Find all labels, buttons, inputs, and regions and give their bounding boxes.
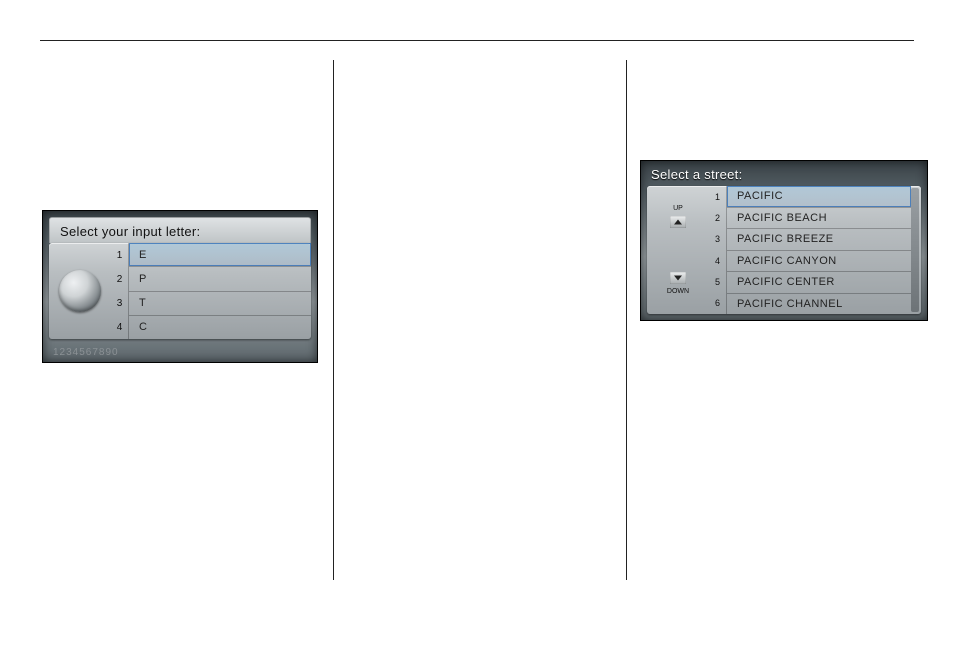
scroll-controls: UP DOWN <box>647 186 709 314</box>
row-number: 2 <box>111 267 129 291</box>
list-item[interactable]: P <box>129 266 311 290</box>
row-numbers: 1 2 3 4 <box>111 243 129 339</box>
panel-title: Select a street: <box>641 161 927 186</box>
keypad-footer: 1234567890 <box>43 345 317 362</box>
street-list: PACIFIC PACIFIC BEACH PACIFIC BREEZE PAC… <box>727 186 911 314</box>
nav-screen-select-street: Select a street: UP DOWN 1 2 3 4 5 6 PAC… <box>640 160 928 321</box>
list-item[interactable]: PACIFIC CANYON <box>727 250 911 272</box>
column-divider-1 <box>333 60 334 580</box>
row-number: 1 <box>111 243 129 267</box>
list-item[interactable]: PACIFIC CENTER <box>727 271 911 293</box>
letter-list: E P T C <box>129 243 311 339</box>
panel-body: UP DOWN 1 2 3 4 5 6 PACIFIC PACIFIC BEAC… <box>647 186 921 314</box>
rotary-knob-icon[interactable] <box>59 270 101 312</box>
row-number: 4 <box>111 315 129 339</box>
list-item[interactable]: PACIFIC BREEZE <box>727 228 911 250</box>
row-number: 2 <box>709 207 727 228</box>
down-arrow-icon[interactable] <box>670 272 686 284</box>
row-number: 1 <box>709 186 727 207</box>
list-item[interactable]: PACIFIC <box>727 186 911 207</box>
row-numbers: 1 2 3 4 5 6 <box>709 186 727 314</box>
row-number: 4 <box>709 250 727 271</box>
row-number: 5 <box>709 271 727 292</box>
knob-area <box>49 243 111 339</box>
row-number: 3 <box>111 291 129 315</box>
list-item[interactable]: PACIFIC BEACH <box>727 207 911 229</box>
down-label: DOWN <box>667 288 689 295</box>
nav-screen-input-letter: Select your input letter: 1 2 3 4 E P T … <box>42 210 318 363</box>
list-item[interactable]: PACIFIC CHANNEL <box>727 293 911 315</box>
list-item[interactable]: C <box>129 315 311 339</box>
list-item[interactable]: E <box>129 243 311 266</box>
panel-title: Select your input letter: <box>49 217 311 243</box>
scrollbar[interactable] <box>911 188 919 312</box>
row-number: 3 <box>709 229 727 250</box>
row-number: 6 <box>709 293 727 314</box>
column-divider-2 <box>626 60 627 580</box>
list-item[interactable]: T <box>129 291 311 315</box>
up-label: UP <box>673 205 683 212</box>
up-arrow-icon[interactable] <box>670 216 686 228</box>
horizontal-rule <box>40 40 914 41</box>
panel-body: 1 2 3 4 E P T C <box>49 243 311 339</box>
